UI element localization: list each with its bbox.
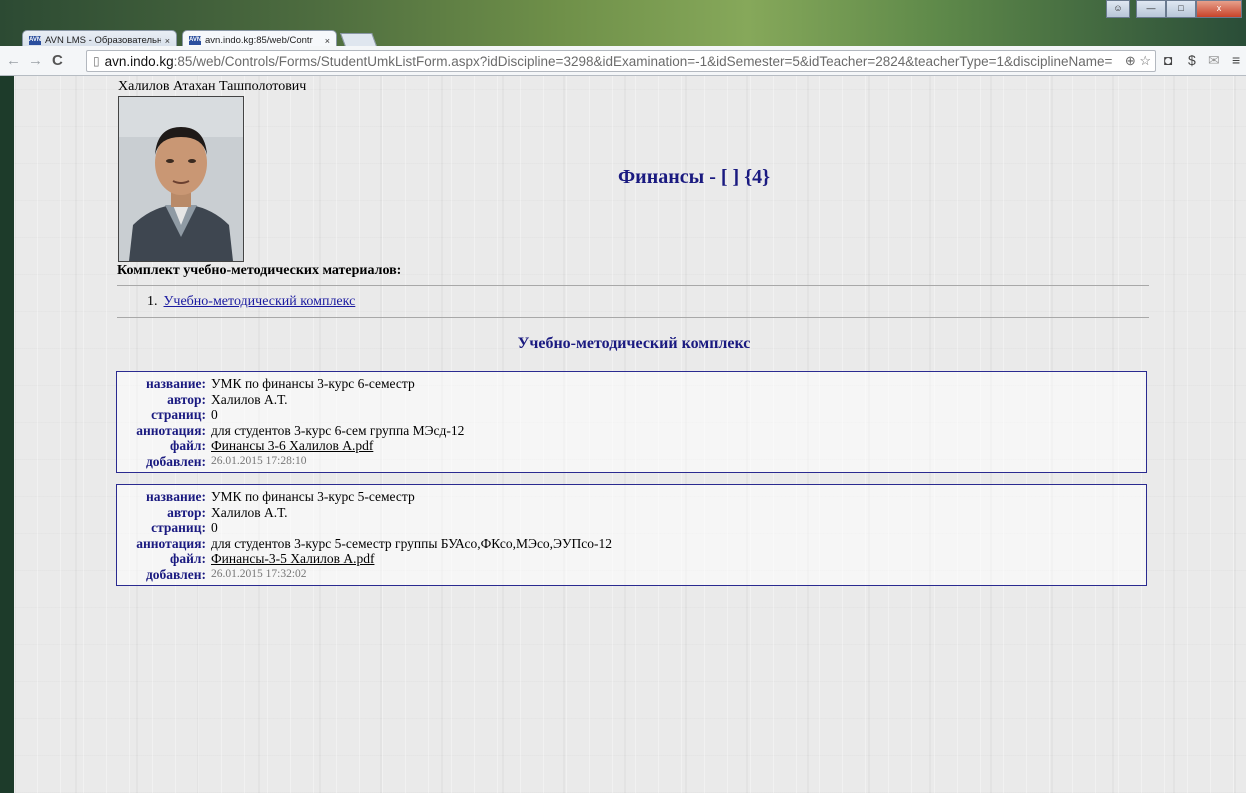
material-added-date: 26.01.2015 17:32:02 — [211, 567, 307, 580]
tab-title: avn.indo.kg:85/web/Contr — [205, 35, 313, 46]
avn-favicon-icon: AVN — [29, 36, 42, 45]
browser-toolbar: ← → C ▯ avn.indo.kg :85/web/Controls/For… — [0, 46, 1246, 76]
address-path: :85/web/Controls/Forms/StudentUmkListFor… — [173, 53, 1113, 69]
omnibox-actions: ⊕ ☆ — [1125, 53, 1151, 69]
added-label: добавлен: — [145, 566, 206, 582]
pages-label: страниц: — [151, 520, 206, 536]
divider — [117, 285, 1149, 286]
tab-close-icon[interactable]: × — [165, 36, 170, 46]
teacher-name: Халилов Атахан Ташполотович — [118, 79, 307, 94]
pocket-icon[interactable]: ◘ — [1164, 52, 1172, 68]
star-icon[interactable]: ☆ — [1139, 53, 1151, 68]
list-item-number: 1. — [147, 294, 158, 309]
window-controls: ☺ — □ x — [1106, 0, 1242, 18]
course-title: Финансы - [ ] {4} — [618, 166, 770, 188]
zoom-icon[interactable]: ⊕ — [1125, 53, 1136, 68]
tab-title: AVN LMS - Образовательн — [45, 35, 161, 46]
maximize-button[interactable]: □ — [1166, 0, 1196, 18]
annotation-label: аннотация: — [136, 422, 206, 438]
address-bar[interactable]: ▯ avn.indo.kg :85/web/Controls/Forms/Stu… — [86, 50, 1156, 72]
author-label: автор: — [167, 391, 206, 407]
name-label: название: — [145, 489, 206, 504]
umk-link[interactable]: Учебно-методический комплекс — [164, 294, 356, 310]
tab-close-icon[interactable]: × — [325, 36, 330, 46]
pages-label: страниц: — [151, 407, 206, 423]
reload-button[interactable]: C — [52, 52, 63, 69]
extension-icon[interactable]: $ — [1188, 52, 1196, 68]
mail-icon[interactable]: ✉ — [1208, 52, 1220, 69]
material-pages: 0 — [211, 407, 218, 423]
page-content: Халилов Атахан Ташполотович Финансы - [ … — [14, 76, 1246, 793]
author-label: автор: — [167, 504, 206, 520]
material-name: УМК по финансы 3-курс 5-семестр — [211, 489, 415, 504]
material-name: УМК по финансы 3-курс 6-семестр — [211, 376, 415, 391]
added-label: добавлен: — [145, 453, 206, 469]
address-host: avn.indo.kg — [104, 53, 174, 69]
annotation-label: аннотация: — [136, 535, 206, 551]
material-annotation: для студентов 3-курс 6-сем группа МЭсд-1… — [211, 422, 465, 438]
material-card: название: УМК по финансы 3-курс 6-семестр… — [116, 371, 1147, 473]
material-card: название: УМК по финансы 3-курс 5-семестр… — [116, 484, 1147, 586]
material-file-link[interactable]: Финансы 3-6 Халилов А.pdf — [211, 438, 373, 454]
user-profile-icon[interactable]: ☺ — [1106, 0, 1130, 18]
teacher-photo — [118, 96, 244, 262]
back-button[interactable]: ← — [6, 52, 21, 69]
file-label: файл: — [170, 438, 206, 454]
menu-icon[interactable]: ≡ — [1232, 52, 1240, 68]
list-item: 1. Учебно-методический комплекс — [147, 294, 355, 310]
material-author: Халилов А.Т. — [211, 391, 288, 407]
umk-set-heading: Комплект учебно-методических материалов: — [117, 263, 402, 278]
browser-tabstrip: AVN AVN LMS - Образовательн × AVN avn.in… — [0, 0, 1246, 50]
section-title: Учебно-методический комплекс — [517, 335, 751, 352]
forward-button[interactable]: → — [28, 52, 43, 69]
material-author: Халилов А.Т. — [211, 504, 288, 520]
divider — [117, 317, 1149, 318]
material-pages: 0 — [211, 520, 218, 536]
umk-list: 1. Учебно-методический комплекс — [147, 294, 355, 310]
file-label: файл: — [170, 551, 206, 567]
avn-favicon-icon: AVN — [189, 36, 202, 45]
material-file-link[interactable]: Финансы-3-5 Халилов А.pdf — [211, 551, 374, 567]
name-label: название: — [145, 376, 206, 391]
page-icon: ▯ — [93, 54, 100, 68]
minimize-button[interactable]: — — [1136, 0, 1166, 18]
material-added-date: 26.01.2015 17:28:10 — [211, 454, 307, 467]
material-annotation: для студентов 3-курс 5-семестр группы БУ… — [211, 535, 613, 551]
close-window-button[interactable]: x — [1196, 0, 1242, 18]
